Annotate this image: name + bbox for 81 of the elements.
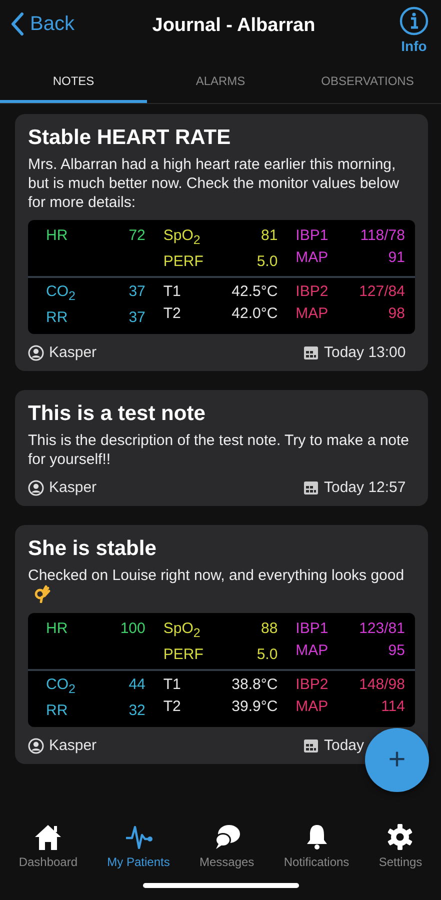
vital-value: 95 xyxy=(388,641,405,661)
vital-label: HR xyxy=(46,619,68,639)
vital-label: MAP xyxy=(296,248,328,268)
nav-tab[interactable]: My Patients xyxy=(107,823,170,869)
vital-value: 148/98 xyxy=(359,675,405,695)
vital-label: HR xyxy=(46,226,68,246)
note-date: Today xyxy=(324,737,364,754)
vital-label: IBP1 xyxy=(296,619,328,639)
vital-label: SpO$_{2}$ xyxy=(163,619,200,642)
screen-title: Journal - Albarran xyxy=(152,15,316,37)
vital-value: 98 xyxy=(388,304,405,324)
back-button[interactable]: Back xyxy=(10,12,74,36)
calendar-icon xyxy=(303,480,319,496)
heartbeat-icon xyxy=(124,823,154,851)
user-icon xyxy=(28,738,44,754)
vital-label: T1 xyxy=(163,675,181,695)
vital-value: 88 xyxy=(260,619,278,639)
note-author: Kasper xyxy=(49,737,97,754)
tab[interactable]: ALARMS xyxy=(147,58,294,103)
vital-value: 42.5°C xyxy=(232,282,278,302)
note-text: Mrs. Albarran had a high heart rate earlier this morning, but is much better now. Check the monitor values below for more details: xyxy=(28,155,400,212)
vital-label: CO$_{2}$ xyxy=(46,675,76,698)
note-text: This is the description of the test note. Try to make a note for yourself!! xyxy=(28,431,410,469)
calendar-icon xyxy=(303,344,319,360)
vital-label: PERF xyxy=(163,252,204,272)
user-icon xyxy=(28,344,44,360)
home-icon xyxy=(33,823,64,851)
ok-hand-icon xyxy=(33,585,51,603)
vital-label: PERF xyxy=(163,645,204,665)
user-icon xyxy=(28,480,44,496)
info-button[interactable]: Info xyxy=(398,6,429,54)
vital-value: 81 xyxy=(260,226,278,246)
vital-value: 118/78 xyxy=(360,226,405,246)
vital-value: 39.9°C xyxy=(232,697,278,717)
nav-tab[interactable]: Settings xyxy=(378,823,422,869)
vital-label: IBP2 xyxy=(296,282,328,302)
add-button[interactable]: + xyxy=(365,728,429,792)
vital-label: IBP2 xyxy=(296,675,328,695)
vital-value: 5.0 xyxy=(256,645,278,665)
note-date: Today 12:57 xyxy=(324,479,406,496)
vital-value: 37 xyxy=(128,308,146,328)
nav-tab[interactable]: Messages xyxy=(199,823,254,869)
tab[interactable]: NOTES xyxy=(0,58,147,103)
vital-label: CO$_{2}$ xyxy=(46,282,76,305)
vital-label: RR xyxy=(46,701,68,721)
calendar-icon xyxy=(303,738,319,754)
vital-label: T2 xyxy=(163,304,181,324)
vital-label: RR xyxy=(46,308,68,328)
tab[interactable]: OBSERVATIONS xyxy=(294,58,441,103)
vital-value: 37 xyxy=(128,282,146,302)
back-chevron-icon xyxy=(10,12,24,36)
nav-tab[interactable]: Notifications xyxy=(284,823,350,869)
vital-value: 42.0°C xyxy=(232,304,278,324)
note-card[interactable]: This is a test note This is the description of the test note. Try to make a note for yourself!! Kasper Today 12:57 xyxy=(15,390,428,506)
note-title: She is stable xyxy=(28,537,158,561)
vital-label: MAP xyxy=(296,304,328,324)
info-icon xyxy=(398,6,429,36)
vital-value: 38.8°C xyxy=(232,675,278,695)
note-card[interactable] xyxy=(15,114,428,371)
vital-value: 44 xyxy=(128,675,146,695)
nav-tab[interactable]: Dashboard xyxy=(18,823,78,869)
vital-value: 127/84 xyxy=(359,282,405,302)
vital-label: T1 xyxy=(163,282,181,302)
note-text: Checked on Louise right now, and everything looks good xyxy=(28,566,415,605)
vital-value: 32 xyxy=(128,701,146,721)
vital-value: 91 xyxy=(388,248,405,268)
note-title: This is a test note xyxy=(28,402,206,426)
note-date: Today 13:00 xyxy=(324,344,406,361)
vital-value: 72 xyxy=(128,226,146,246)
note-title: Stable HEART RATE xyxy=(28,126,232,150)
vital-value: 123/81 xyxy=(359,619,405,639)
vital-label: IBP1 xyxy=(296,226,328,246)
vital-label: MAP xyxy=(296,641,328,661)
vital-value: 100 xyxy=(120,619,146,639)
vital-label: T2 xyxy=(163,697,181,717)
note-author: Kasper xyxy=(49,344,97,361)
vital-value: 5.0 xyxy=(256,252,278,272)
vital-label: SpO$_{2}$ xyxy=(163,226,200,249)
note-author: Kasper xyxy=(49,479,97,496)
vital-label: MAP xyxy=(296,697,328,717)
vital-value: 114 xyxy=(381,697,405,717)
